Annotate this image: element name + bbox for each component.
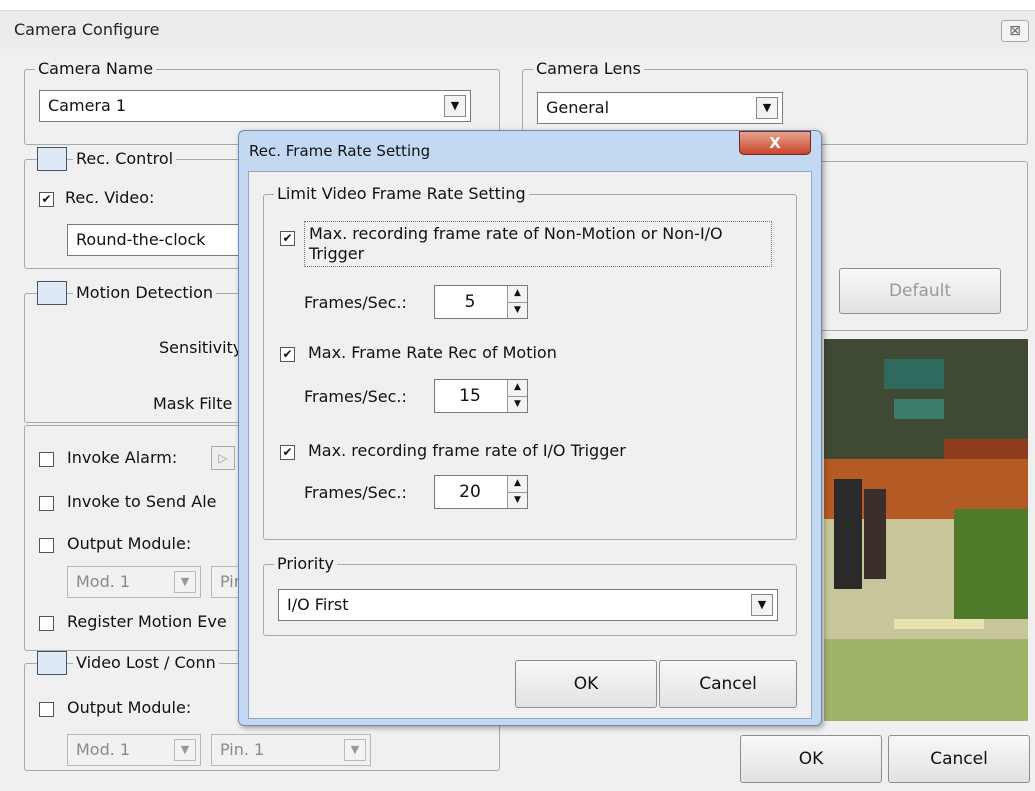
priority-select[interactable]: I/O First ▼ bbox=[278, 589, 778, 621]
dropdown-arrow-icon[interactable]: ▼ bbox=[344, 739, 366, 761]
camera-name-select[interactable]: Camera 1 ▼ bbox=[39, 90, 471, 122]
video-lost-mod-select[interactable]: Mod. 1 ▼ bbox=[67, 734, 201, 766]
dropdown-arrow-icon[interactable]: ▼ bbox=[751, 594, 773, 616]
rec-video-label: Rec. Video: bbox=[65, 188, 155, 207]
camera-arrow-icon bbox=[37, 281, 67, 305]
spin-down-icon[interactable]: ▼ bbox=[507, 492, 527, 508]
invoke-alarm-checkbox[interactable] bbox=[39, 452, 54, 467]
register-motion-label: Register Motion Eve bbox=[67, 612, 227, 631]
opt2-label: Max. Frame Rate Rec of Motion bbox=[308, 343, 557, 362]
rec-schedule-select[interactable]: Round-the-clock bbox=[67, 224, 247, 256]
video-lost-pin-select[interactable]: Pin. 1 ▼ bbox=[211, 734, 371, 766]
priority-group: Priority I/O First ▼ bbox=[263, 554, 797, 636]
opt3-fps-value: 20 bbox=[459, 482, 481, 502]
dialog-cancel-button[interactable]: Cancel bbox=[659, 660, 797, 708]
opt1-fps-value: 5 bbox=[464, 292, 476, 312]
camera-lens-legend: Camera Lens bbox=[533, 59, 644, 78]
rec-video-checkbox[interactable]: ✔ bbox=[39, 192, 54, 207]
spin-down-icon[interactable]: ▼ bbox=[507, 302, 527, 318]
spin-up-icon[interactable]: ▲ bbox=[507, 380, 527, 396]
camera-arrow-icon bbox=[37, 147, 67, 171]
close-window-button[interactable]: ⊠ bbox=[1001, 20, 1029, 42]
opt2-fps-value: 15 bbox=[459, 386, 481, 406]
video-lost-output-label: Output Module: bbox=[67, 698, 192, 717]
video-lost-legend: Video Lost / Conn bbox=[73, 653, 219, 672]
opt2-checkbox[interactable]: ✔ bbox=[280, 347, 295, 362]
cancel-button[interactable]: Cancel bbox=[888, 735, 1030, 783]
window-title: Camera Configure bbox=[14, 20, 160, 39]
frame-rate-dialog: Rec. Frame Rate Setting X Limit Video Fr… bbox=[238, 130, 822, 726]
right-settings-group: Default bbox=[806, 161, 1028, 331]
opt1-label: Max. recording frame rate of Non-Motion … bbox=[304, 221, 772, 267]
camera-arrow-icon bbox=[37, 651, 67, 675]
spin-down-icon[interactable]: ▼ bbox=[507, 396, 527, 412]
video-lost-pin-value: Pin. 1 bbox=[220, 740, 265, 759]
dropdown-arrow-icon[interactable]: ▼ bbox=[174, 739, 196, 761]
dropdown-arrow-icon[interactable]: ▼ bbox=[756, 97, 778, 119]
priority-value: I/O First bbox=[287, 595, 349, 614]
dropdown-arrow-icon[interactable]: ▼ bbox=[444, 95, 466, 117]
opt1-checkbox[interactable]: ✔ bbox=[280, 231, 295, 246]
motion-detection-legend: Motion Detection bbox=[73, 283, 217, 302]
mask-filter-label: Mask Filte bbox=[153, 394, 233, 413]
alarm-group: Invoke Alarm: ▷ Invoke to Send Ale Outpu… bbox=[24, 425, 254, 651]
camera-name-value: Camera 1 bbox=[48, 96, 127, 115]
rec-control-legend: Rec. Control bbox=[73, 149, 177, 168]
dialog-close-button[interactable]: X bbox=[739, 131, 811, 155]
opt2-fps-label: Frames/Sec.: bbox=[304, 387, 407, 406]
video-lost-mod-value: Mod. 1 bbox=[76, 740, 131, 759]
dialog-ok-button[interactable]: OK bbox=[515, 660, 657, 708]
opt1-fps-label: Frames/Sec.: bbox=[304, 293, 407, 312]
alarm-mod-value: Mod. 1 bbox=[76, 572, 131, 591]
dialog-title: Rec. Frame Rate Setting bbox=[249, 142, 431, 160]
title-bar: Camera Configure ⊠ bbox=[0, 11, 1035, 49]
invoke-send-checkbox[interactable] bbox=[39, 496, 54, 511]
opt3-checkbox[interactable]: ✔ bbox=[280, 445, 295, 460]
video-lost-output-checkbox[interactable] bbox=[39, 702, 54, 717]
camera-lens-select[interactable]: General ▼ bbox=[537, 92, 783, 124]
register-motion-checkbox[interactable] bbox=[39, 616, 54, 631]
play-icon[interactable]: ▷ bbox=[211, 446, 235, 470]
spin-up-icon[interactable]: ▲ bbox=[507, 286, 527, 302]
opt3-label: Max. recording frame rate of I/O Trigger bbox=[308, 441, 626, 460]
invoke-alarm-label: Invoke Alarm: bbox=[67, 448, 178, 467]
limit-frame-rate-group: Limit Video Frame Rate Setting ✔ Max. re… bbox=[263, 184, 797, 540]
sensitivity-label: Sensitivity bbox=[159, 338, 243, 357]
priority-legend: Priority bbox=[274, 554, 337, 573]
rec-control-group: Rec. Control ✔ Rec. Video: Round-the-clo… bbox=[24, 147, 254, 269]
camera-name-legend: Camera Name bbox=[35, 59, 157, 78]
opt2-fps-spinner[interactable]: 15 ▲ ▼ bbox=[434, 379, 528, 413]
motion-detection-group: Motion Detection Sensitivity Mask Filte bbox=[24, 281, 254, 423]
dialog-client: Limit Video Frame Rate Setting ✔ Max. re… bbox=[248, 171, 812, 719]
invoke-send-label: Invoke to Send Ale bbox=[67, 492, 217, 511]
opt3-fps-label: Frames/Sec.: bbox=[304, 483, 407, 502]
limit-frame-rate-legend: Limit Video Frame Rate Setting bbox=[274, 184, 529, 203]
ok-button[interactable]: OK bbox=[740, 735, 882, 783]
camera-lens-value: General bbox=[546, 98, 610, 117]
camera-preview-image bbox=[824, 339, 1028, 721]
dropdown-arrow-icon[interactable]: ▼ bbox=[174, 571, 196, 593]
opt3-fps-spinner[interactable]: 20 ▲ ▼ bbox=[434, 475, 528, 509]
alarm-mod-select[interactable]: Mod. 1 ▼ bbox=[67, 566, 201, 598]
output-module-label: Output Module: bbox=[67, 534, 192, 553]
opt1-fps-spinner[interactable]: 5 ▲ ▼ bbox=[434, 285, 528, 319]
output-module-checkbox[interactable] bbox=[39, 538, 54, 553]
rec-schedule-value: Round-the-clock bbox=[76, 230, 206, 249]
default-button[interactable]: Default bbox=[839, 268, 1001, 314]
spin-up-icon[interactable]: ▲ bbox=[507, 476, 527, 492]
